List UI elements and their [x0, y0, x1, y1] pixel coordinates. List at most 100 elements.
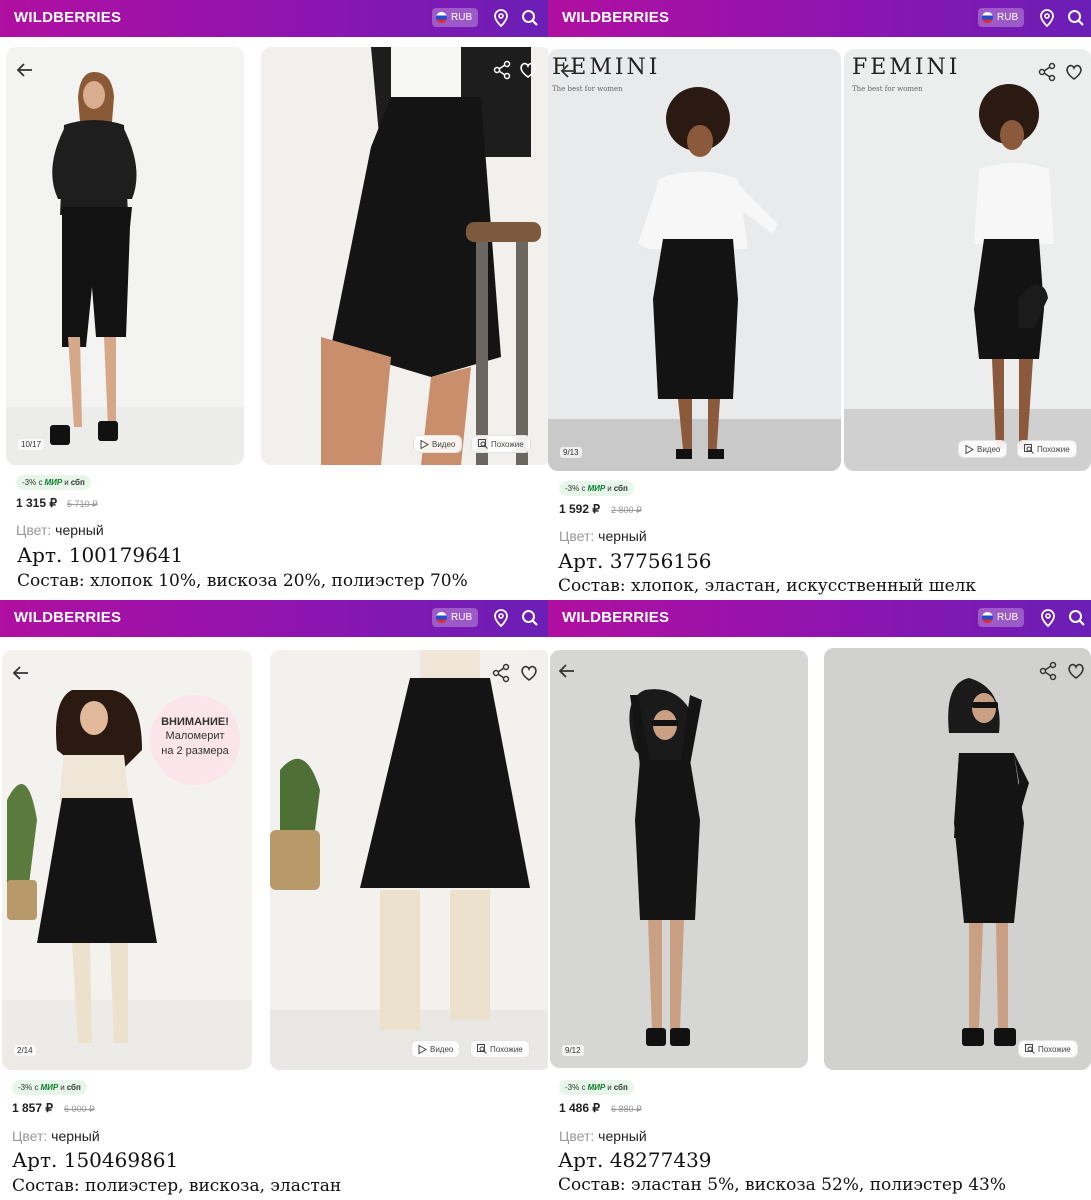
product-screen-1: WILDBERRIES RUB 10/17 Видео Похожие -3% … — [0, 0, 548, 600]
model-illustration — [548, 87, 841, 471]
currency-label: RUB — [451, 612, 473, 623]
currency-selector[interactable]: RUB — [432, 8, 479, 27]
share-icon[interactable] — [1036, 61, 1058, 83]
app-header: WILDBERRIES RUB — [548, 600, 1091, 637]
sbp-logo: сбп — [613, 484, 628, 493]
similar-button[interactable]: Похожие — [1018, 441, 1076, 457]
wildberries-logo[interactable]: WILDBERRIES — [14, 9, 121, 26]
currency-selector[interactable]: RUB — [978, 608, 1025, 627]
product-screen-3: WILDBERRIES RUB ВНИМАНИЕ! Маломерит на 2… — [0, 600, 548, 1200]
product-photo-main[interactable]: 10/17 — [6, 47, 244, 465]
composition: Состав: хлопок 10%, вискоза 20%, полиэст… — [17, 571, 468, 591]
current-price: 1 592 ₽ — [559, 502, 600, 516]
currency-label: RUB — [451, 12, 473, 23]
video-button[interactable]: Видео — [412, 1041, 460, 1057]
current-price: 1 315 ₽ — [16, 496, 57, 510]
size-warning-text: ВНИМАНИЕ! Маломерит на 2 размера — [150, 715, 240, 758]
payment-promo-badge: -3% с МИР и сбп — [559, 481, 634, 496]
similar-search-icon — [477, 1044, 487, 1054]
similar-button[interactable]: Похожие — [1019, 1041, 1077, 1057]
model-illustration — [550, 650, 808, 1068]
search-icon[interactable] — [519, 607, 541, 629]
location-pin-icon[interactable] — [490, 7, 512, 29]
similar-button[interactable]: Похожие — [472, 436, 530, 452]
product-photo-main[interactable]: ВНИМАНИЕ! Маломерит на 2 размера 2/14 — [2, 650, 252, 1070]
article-number: Арт. 48277439 — [558, 1148, 712, 1172]
skirt-closeup-illustration — [321, 47, 541, 465]
heart-icon[interactable] — [1065, 660, 1087, 682]
mir-logo: МИР — [44, 478, 63, 487]
product-photo-main[interactable]: 9/12 — [550, 650, 808, 1068]
composition: Состав: эластан 5%, вискоза 52%, полиэст… — [558, 1175, 1006, 1195]
product-photo-secondary[interactable]: Похожие — [824, 648, 1091, 1070]
old-price: 6 880 ₽ — [611, 1104, 642, 1114]
location-pin-icon[interactable] — [1037, 607, 1059, 629]
sbp-logo: сбп — [66, 1083, 81, 1092]
video-button[interactable]: Видео — [414, 436, 462, 452]
wildberries-logo[interactable]: WILDBERRIES — [14, 609, 121, 626]
back-arrow-icon[interactable] — [558, 60, 580, 82]
app-header: WILDBERRIES RUB — [0, 0, 548, 37]
promo-and: и — [64, 478, 69, 487]
color-value: черный — [55, 522, 104, 538]
back-arrow-icon[interactable] — [556, 660, 578, 682]
app-header: WILDBERRIES RUB — [0, 600, 548, 637]
video-button[interactable]: Видео — [959, 441, 1007, 457]
video-label: Видео — [977, 444, 1001, 454]
article-number: Арт. 37756156 — [558, 549, 712, 573]
search-icon[interactable] — [1066, 607, 1088, 629]
promo-and: и — [607, 1083, 612, 1092]
promo-and: и — [60, 1083, 65, 1092]
model-illustration — [824, 648, 1091, 1070]
search-icon[interactable] — [519, 7, 541, 29]
color-label: Цвет: — [16, 522, 52, 538]
current-price: 1 857 ₽ — [12, 1101, 53, 1115]
heart-icon[interactable] — [1063, 61, 1085, 83]
promo-text: -3% с — [18, 1083, 39, 1092]
payment-promo-badge: -3% с МИР и сбп — [16, 475, 91, 490]
similar-search-icon — [1024, 444, 1034, 454]
composition: Состав: полиэстер, вискоза, эластан — [12, 1176, 342, 1196]
skirt-closeup-illustration — [270, 650, 548, 1070]
currency-selector[interactable]: RUB — [432, 608, 479, 627]
share-icon[interactable] — [491, 59, 513, 81]
russia-flag-icon — [982, 12, 993, 23]
model-illustration — [6, 72, 244, 465]
share-icon[interactable] — [1037, 660, 1059, 682]
currency-label: RUB — [997, 12, 1019, 23]
wildberries-logo[interactable]: WILDBERRIES — [562, 9, 669, 26]
photo-counter: 9/12 — [562, 1045, 584, 1056]
brand-logo: FEMINI — [852, 55, 961, 80]
share-icon[interactable] — [490, 662, 512, 684]
old-price: 5 710 ₽ — [67, 499, 98, 509]
photo-counter: 2/14 — [14, 1045, 36, 1056]
similar-button[interactable]: Похожие — [471, 1041, 529, 1057]
product-photo-main[interactable]: FEMINI The best for women 9/13 — [548, 49, 841, 471]
badge-title: ВНИМАНИЕ! — [161, 716, 229, 728]
composition: Состав: хлопок, эластан, искусственный ш… — [558, 576, 977, 596]
product-photo-secondary[interactable]: Видео Похожие — [261, 47, 548, 465]
product-photo-secondary[interactable]: FEMINI The best for women Видео Похожие — [844, 49, 1091, 471]
location-pin-icon[interactable] — [1036, 7, 1058, 29]
product-screen-4: WILDBERRIES RUB 9/12 Похожие -3% с МИР и… — [548, 600, 1091, 1200]
current-price: 1 486 ₽ — [559, 1101, 600, 1115]
play-icon — [420, 439, 429, 449]
back-arrow-icon[interactable] — [14, 59, 36, 81]
heart-icon[interactable] — [518, 662, 540, 684]
heart-icon[interactable] — [517, 59, 539, 81]
color-row: Цвет: черный — [559, 1128, 647, 1144]
badge-line-2: на 2 размера — [161, 744, 229, 757]
model-illustration — [844, 84, 1091, 471]
location-pin-icon[interactable] — [490, 607, 512, 629]
color-row: Цвет: черный — [12, 1128, 100, 1144]
color-label: Цвет: — [559, 528, 595, 544]
product-photo-secondary[interactable]: Видео Похожие — [270, 650, 548, 1070]
back-arrow-icon[interactable] — [10, 662, 32, 684]
mir-logo: МИР — [587, 484, 606, 493]
russia-flag-icon — [436, 612, 447, 623]
currency-selector[interactable]: RUB — [978, 8, 1025, 27]
mir-logo: МИР — [587, 1083, 606, 1092]
search-icon[interactable] — [1065, 7, 1087, 29]
payment-promo-badge: -3% с МИР и сбп — [12, 1080, 87, 1095]
wildberries-logo[interactable]: WILDBERRIES — [562, 609, 669, 626]
